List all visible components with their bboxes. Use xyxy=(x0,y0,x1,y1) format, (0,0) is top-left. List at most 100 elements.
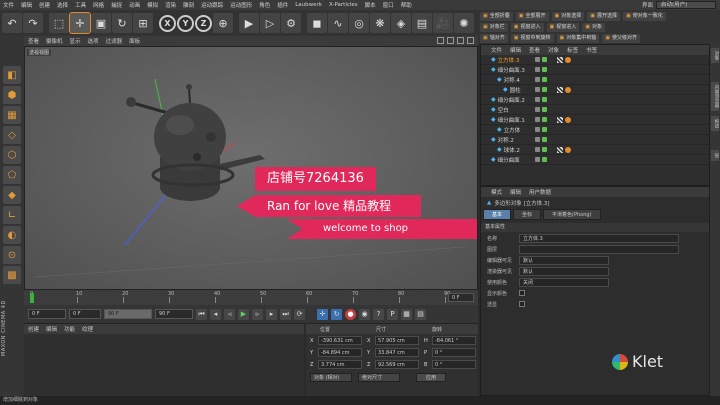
viewport-move-icon[interactable] xyxy=(437,37,444,44)
menu-item[interactable]: 插件 xyxy=(277,1,288,9)
object-name[interactable]: 对称.4 xyxy=(504,76,520,84)
side-tab[interactable]: 对象 xyxy=(711,48,719,63)
menu-item[interactable]: 文件 xyxy=(3,1,14,9)
visibility-flags[interactable] xyxy=(535,137,547,142)
size-field[interactable]: 33.847 cm xyxy=(375,348,419,357)
prev-frame-icon[interactable]: ◃ xyxy=(224,308,235,320)
preview-range-slider[interactable]: 90 F xyxy=(104,309,152,319)
edges-mode-icon[interactable]: ⬠ xyxy=(3,166,21,184)
basic-properties-section[interactable]: 基本属性 xyxy=(481,223,709,232)
polygons-mode-icon[interactable]: ◆ xyxy=(3,186,21,204)
timeline[interactable]: 0102030405060708090 0 F xyxy=(24,290,478,305)
camera-icon[interactable]: 🎥 xyxy=(433,13,453,33)
object-name[interactable]: 球体.2 xyxy=(504,146,520,154)
visibility-flags[interactable] xyxy=(535,87,547,92)
redo-icon[interactable]: ↷ xyxy=(23,13,43,33)
move-tool-icon[interactable]: ✛ xyxy=(69,12,91,34)
attribute-menu-item[interactable]: 编辑 xyxy=(510,188,521,196)
object-name[interactable]: 细分曲面.1 xyxy=(498,116,525,124)
tool-button[interactable]: ▣ 视窗中到旋转 xyxy=(510,34,554,43)
menu-item[interactable]: 脚本 xyxy=(365,1,376,9)
viewport-menu-item[interactable]: 面板 xyxy=(129,37,140,45)
object-tags[interactable] xyxy=(557,56,571,63)
snap-icon[interactable]: ⊙ xyxy=(3,246,21,264)
attribute-menu-item[interactable]: 模式 xyxy=(491,188,502,196)
menu-item[interactable]: 动画 xyxy=(129,1,140,9)
menu-item[interactable]: 模拟 xyxy=(147,1,158,9)
menu-item[interactable]: 运动图形 xyxy=(230,1,252,9)
object-name[interactable]: 立方体 xyxy=(504,126,521,134)
auto-key-icon[interactable]: ◉ xyxy=(359,308,370,320)
deformer-icon[interactable]: ◈ xyxy=(391,13,411,33)
coord-mode-select[interactable]: 对象 (相对) xyxy=(310,373,352,382)
viewport-rotate-icon[interactable] xyxy=(457,37,464,44)
apply-button[interactable]: 应用 xyxy=(416,373,446,382)
material-menu-item[interactable]: 功能 xyxy=(64,325,75,333)
menu-item[interactable]: 帮助 xyxy=(401,1,412,9)
axis-mode-icon[interactable]: ∟ xyxy=(3,206,21,224)
timeline-window-icon[interactable]: ▤ xyxy=(415,308,426,320)
object-row[interactable]: ◆ 细分曲面.3 xyxy=(481,65,709,75)
tool-button[interactable]: ▣ 视窗进入 xyxy=(546,23,580,32)
viewport-menu-item[interactable]: 摄像机 xyxy=(46,37,63,45)
object-name[interactable]: 细分曲面 xyxy=(498,156,520,164)
tool-button[interactable]: ▣ 对象栏 xyxy=(480,23,508,32)
go-to-start-icon[interactable]: ⏮ xyxy=(196,308,207,320)
tool-button[interactable]: ▣ 全部折叠 xyxy=(480,12,513,21)
cube-icon[interactable]: ◼ xyxy=(307,13,327,33)
menu-item[interactable]: Laubwerk xyxy=(295,2,322,8)
visibility-flags[interactable] xyxy=(535,147,547,152)
live-select-icon[interactable]: ⬚ xyxy=(49,13,69,33)
side-tab[interactable]: 内容浏览器 xyxy=(711,82,719,111)
menu-item[interactable]: 创建 xyxy=(39,1,50,9)
param-key-icon[interactable]: P xyxy=(387,308,398,320)
material-menu-item[interactable]: 创建 xyxy=(28,325,39,333)
object-name[interactable]: 对称.2 xyxy=(498,136,514,144)
object-row[interactable]: ◆ 立方体 xyxy=(481,125,709,135)
next-key-icon[interactable]: ▸ xyxy=(266,308,277,320)
object-menu-item[interactable]: 查看 xyxy=(529,46,540,54)
tool-button[interactable]: ▣ 对象 xyxy=(582,23,605,32)
workplane-grid-icon[interactable]: ▩ xyxy=(3,266,21,284)
menu-item[interactable]: 网格 xyxy=(93,1,104,9)
points-mode-icon[interactable]: ⬡ xyxy=(3,146,21,164)
visibility-flags[interactable] xyxy=(535,97,547,102)
keyframe-selection-icon[interactable]: ? xyxy=(373,308,384,320)
tool-button[interactable]: ▣ 轴对齐 xyxy=(480,34,508,43)
coord-size-select[interactable]: 绝对尺寸 xyxy=(358,373,400,382)
x-axis-lock-icon[interactable]: X xyxy=(159,14,176,32)
viewport-maximize-icon[interactable] xyxy=(467,37,474,44)
visibility-flags[interactable] xyxy=(535,67,547,72)
material-menu-item[interactable]: 编辑 xyxy=(46,325,57,333)
object-row[interactable]: ◆ 空白 xyxy=(481,105,709,115)
menu-item[interactable]: 运动跟踪 xyxy=(201,1,223,9)
tool-button[interactable]: ▣ 对象选择 xyxy=(551,12,585,21)
object-menu-item[interactable]: 对象 xyxy=(548,46,559,54)
rotate-key-icon[interactable]: ↻ xyxy=(331,308,342,320)
tool-button[interactable]: ▣ 使父级对齐 xyxy=(602,34,640,43)
current-frame-input[interactable]: 0 F xyxy=(69,309,101,319)
attribute-value[interactable]: 关闭 xyxy=(519,277,609,287)
nurbs-icon[interactable]: ◎ xyxy=(349,13,369,33)
scale-tool-icon[interactable]: ▣ xyxy=(91,13,111,33)
visibility-flags[interactable] xyxy=(535,77,547,82)
tool-button[interactable]: ▣ 对象集中到轴 xyxy=(556,34,600,43)
workplane-icon[interactable]: ◇ xyxy=(3,126,21,144)
layout-select[interactable]: 启动(用户) xyxy=(656,1,716,9)
object-name[interactable]: 细分曲面.3 xyxy=(498,66,525,74)
attribute-value[interactable]: 默认 xyxy=(519,266,609,276)
spline-icon[interactable]: ∿ xyxy=(328,13,348,33)
render-picture-viewer-icon[interactable]: ▷ xyxy=(260,13,280,33)
side-tab[interactable]: 构造 xyxy=(711,116,719,131)
end-frame-field[interactable]: 90 F xyxy=(155,309,193,319)
attribute-value[interactable]: 默认 xyxy=(519,255,609,265)
render-view-icon[interactable]: ▶ xyxy=(239,13,259,33)
z-axis-lock-icon[interactable]: Z xyxy=(195,14,212,32)
viewport-menu-item[interactable]: 过滤器 xyxy=(106,37,123,45)
y-axis-lock-icon[interactable]: Y xyxy=(177,14,194,32)
go-to-end-icon[interactable]: ⏭ xyxy=(280,308,291,320)
object-tags[interactable] xyxy=(557,86,571,93)
visibility-flags[interactable] xyxy=(535,117,547,122)
object-row[interactable]: ◆ 细分曲面 xyxy=(481,155,709,165)
rotate-tool-icon[interactable]: ↻ xyxy=(112,13,132,33)
